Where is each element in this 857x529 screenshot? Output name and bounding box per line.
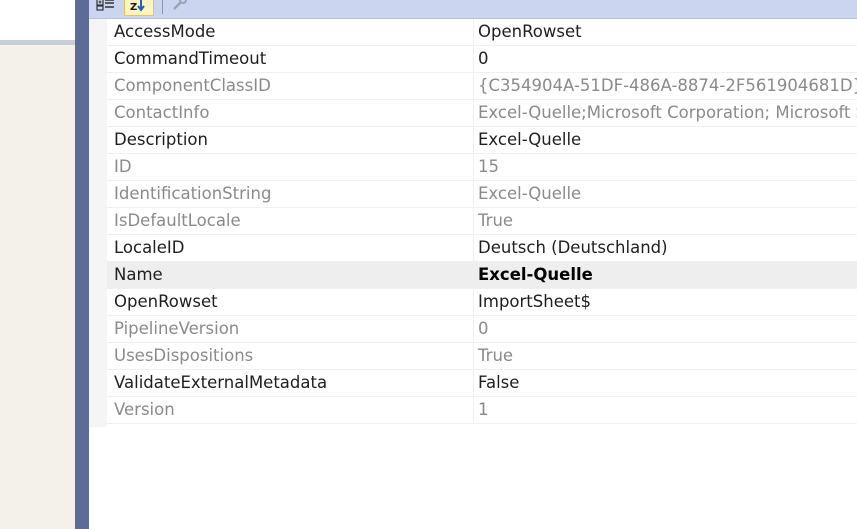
svg-text:Z: Z xyxy=(130,2,137,12)
property-name: Name xyxy=(114,265,163,284)
property-value: True xyxy=(478,211,514,230)
property-value: 15 xyxy=(478,157,499,176)
column-divider[interactable] xyxy=(473,397,474,423)
property-name: ValidateExternalMetadata xyxy=(114,373,328,392)
property-value: 0 xyxy=(478,319,489,338)
property-value[interactable]: False xyxy=(478,370,519,396)
property-row-name[interactable]: Name Excel-Quelle xyxy=(107,262,857,289)
property-grid-empty-area xyxy=(89,427,857,529)
property-name: ContactInfo xyxy=(114,103,210,122)
column-divider[interactable] xyxy=(473,127,474,153)
property-name: OpenRowset xyxy=(114,292,218,311)
property-row-version[interactable]: Version 1 xyxy=(107,397,857,424)
property-row-validateexternalmetadata[interactable]: ValidateExternalMetadata False xyxy=(107,370,857,397)
property-value[interactable]: ImportSheet$ xyxy=(478,289,591,315)
toolbar-separator xyxy=(162,0,163,14)
categorized-button[interactable] xyxy=(95,0,117,14)
column-divider[interactable] xyxy=(473,19,474,45)
column-divider[interactable] xyxy=(473,370,474,396)
column-divider[interactable] xyxy=(473,262,474,288)
property-row-isdefaultlocale[interactable]: IsDefaultLocale True xyxy=(107,208,857,235)
wrench-icon xyxy=(170,0,190,11)
column-divider[interactable] xyxy=(473,343,474,369)
property-value[interactable]: Excel-Quelle xyxy=(478,127,581,153)
column-divider[interactable] xyxy=(473,73,474,99)
property-pages-button[interactable] xyxy=(169,0,191,14)
property-row-identificationstring[interactable]: IdentificationString Excel-Quelle xyxy=(107,181,857,208)
property-value[interactable]: Deutsch (Deutschland) xyxy=(478,235,668,261)
property-value[interactable]: Excel-Quelle xyxy=(478,262,593,288)
column-divider[interactable] xyxy=(473,316,474,342)
property-row-componentclassid[interactable]: ComponentClassID {C354904A-51DF-486A-8874… xyxy=(107,73,857,100)
property-row-openrowset[interactable]: OpenRowset ImportSheet$ xyxy=(107,289,857,316)
property-grid-margin xyxy=(89,19,107,427)
property-name: ID xyxy=(114,157,132,176)
property-value: Excel-Quelle xyxy=(478,184,582,203)
column-divider[interactable] xyxy=(473,181,474,207)
alphabetical-button[interactable]: Z xyxy=(124,0,154,16)
properties-toolbar: Z xyxy=(89,0,857,19)
property-row-pipelineversion[interactable]: PipelineVersion 0 xyxy=(107,316,857,343)
properties-window-frame xyxy=(75,0,89,529)
property-row-id[interactable]: ID 15 xyxy=(107,154,857,181)
property-name: PipelineVersion xyxy=(114,319,240,338)
property-name: IsDefaultLocale xyxy=(114,211,241,230)
property-name: IdentificationString xyxy=(114,184,272,203)
column-divider[interactable] xyxy=(473,46,474,72)
property-value: 1 xyxy=(478,400,489,419)
column-divider[interactable] xyxy=(473,100,474,126)
property-name: AccessMode xyxy=(114,22,216,41)
property-name: Version xyxy=(114,400,175,419)
sort-alphabetical-icon: Z xyxy=(127,0,151,12)
property-row-localeid[interactable]: LocaleID Deutsch (Deutschland) xyxy=(107,235,857,262)
property-value[interactable]: 0 xyxy=(478,46,489,72)
property-name: LocaleID xyxy=(114,238,185,257)
property-row-accessmode[interactable]: AccessMode OpenRowset xyxy=(107,19,857,46)
property-name: CommandTimeout xyxy=(114,49,267,68)
column-divider[interactable] xyxy=(473,154,474,180)
column-divider[interactable] xyxy=(473,208,474,234)
column-divider[interactable] xyxy=(473,235,474,261)
property-value[interactable]: OpenRowset xyxy=(478,19,582,45)
property-name: Description xyxy=(114,130,208,149)
property-rows: AccessMode OpenRowset CommandTimeout 0 Compo… xyxy=(107,19,857,424)
property-row-contactinfo[interactable]: ContactInfo Excel-Quelle;Microsoft Corpor… xyxy=(107,100,857,127)
left-panel-background xyxy=(0,45,75,529)
property-row-description[interactable]: Description Excel-Quelle xyxy=(107,127,857,154)
property-name: ComponentClassID xyxy=(114,76,271,95)
property-row-commandtimeout[interactable]: CommandTimeout 0 xyxy=(107,46,857,73)
left-panel-content xyxy=(0,0,75,40)
property-value: True xyxy=(478,346,514,365)
property-name: UsesDispositions xyxy=(114,346,254,365)
property-row-usesdispositions[interactable]: UsesDispositions True xyxy=(107,343,857,370)
categorized-icon xyxy=(96,0,116,11)
property-value: Excel-Quelle;Microsoft Corporation; Micr… xyxy=(478,103,857,122)
column-divider[interactable] xyxy=(473,289,474,315)
property-grid: AccessMode OpenRowset CommandTimeout 0 Compo… xyxy=(89,19,857,529)
property-value: {C354904A-51DF-486A-8874-2F561904681D} xyxy=(478,76,857,95)
